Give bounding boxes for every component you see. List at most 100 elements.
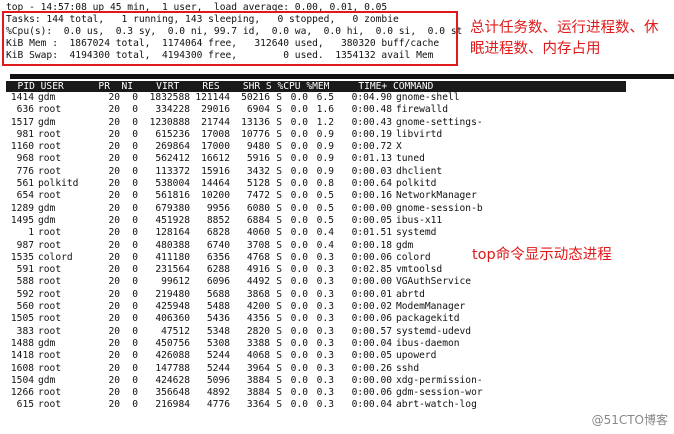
cell-pr: 20	[108, 92, 120, 103]
table-row: 1418 root 20 0 426088 5244 4068 S 0.0 0.3 0:00.05 u…	[6, 350, 556, 362]
table-row: 1504 gdm 20 0 424628 5096 3884 S 0.0 0.3 0:00.00 xd…	[6, 375, 556, 387]
cell-ni: 0	[132, 239, 138, 251]
cell-virt: 219480	[155, 288, 190, 300]
cell-user: gdm	[38, 337, 56, 349]
cell-pr: 20	[108, 399, 120, 411]
cell-res: 121144	[195, 92, 230, 103]
cell-cpu: 0.0	[290, 288, 308, 300]
cell-pid: 636	[16, 104, 34, 116]
cell-mem: 0.5	[316, 214, 334, 226]
cell-ni: 0	[132, 264, 138, 276]
cell-state: S	[276, 190, 282, 202]
cell-cpu: 0.0	[290, 313, 308, 325]
cell-time: 0:00.04	[351, 337, 392, 349]
table-row: 1517 gdm 20 0 1230888 21744 13136 S 0.0 1.2 0:00.4…	[6, 117, 556, 129]
cell-state: S	[276, 92, 282, 103]
cell-shr: 4200	[246, 301, 270, 313]
cell-command: abrtd	[396, 288, 425, 300]
table-row: 1160 root 20 0 269864 17000 9480 S 0.0 0.9 0:00.72…	[6, 141, 556, 153]
cell-time: 0:00.64	[351, 178, 392, 190]
cell-cpu: 0.0	[290, 276, 308, 288]
cell-user: root	[38, 387, 62, 399]
cell-cpu: 0.0	[290, 141, 308, 153]
cell-command: abrt-watch-log	[396, 399, 477, 411]
cell-ni: 0	[132, 399, 138, 411]
cell-state: S	[276, 153, 282, 165]
cell-res: 5096	[206, 374, 230, 386]
cell-ni: 0	[132, 153, 138, 165]
table-row: 1266 root 20 0 356648 4892 3884 S 0.0 0.3 0:00.06 g…	[6, 387, 556, 399]
cell-shr: 3432	[246, 165, 270, 177]
cell-cpu: 0.0	[290, 251, 308, 263]
cell-command: packagekitd	[396, 313, 460, 325]
cell-ni: 0	[132, 116, 138, 128]
cell-shr: 50216	[241, 92, 270, 103]
process-table-header: PID USER PR NI VIRT RES SHR S %CPU %MEM …	[6, 81, 626, 92]
cell-command: firewalld	[396, 104, 448, 116]
cell-ni: 0	[132, 190, 138, 202]
cell-mem: 0.3	[316, 362, 334, 374]
cell-ni: 0	[132, 301, 138, 313]
cell-pr: 20	[108, 325, 120, 337]
cell-state: S	[276, 301, 282, 313]
cell-pid: 987	[16, 239, 34, 251]
cell-pid: 1608	[10, 362, 34, 374]
cell-state: S	[276, 227, 282, 239]
cell-res: 6096	[206, 276, 230, 288]
cell-pid: 591	[16, 264, 34, 276]
cell-cpu: 0.0	[290, 239, 308, 251]
cell-time: 0:00.26	[351, 362, 392, 374]
cell-mem: 0.3	[316, 350, 334, 362]
table-row: 1495 gdm 20 0 451928 8852 6884 S 0.0 0.5 0:00.05 ib…	[6, 215, 556, 227]
cell-pid: 588	[16, 276, 34, 288]
cell-pid: 981	[16, 128, 34, 140]
cell-cpu: 0.0	[290, 165, 308, 177]
cell-cpu: 0.0	[290, 399, 308, 411]
cell-mem: 0.3	[316, 251, 334, 263]
cell-virt: 216984	[155, 399, 190, 411]
cell-cpu: 0.0	[290, 301, 308, 313]
cell-mem: 0.3	[316, 313, 334, 325]
cell-shr: 5128	[246, 178, 270, 190]
cell-virt: 99612	[161, 276, 190, 288]
table-row: 561 polkitd 20 0 538004 14464 5128 S 0.0 0.8 0:00.…	[6, 178, 556, 190]
cell-pid: 1517	[10, 116, 34, 128]
cell-state: S	[276, 141, 282, 153]
cell-virt: 113372	[155, 165, 190, 177]
cell-user: root	[38, 239, 62, 251]
cell-mem: 0.3	[316, 325, 334, 337]
cell-time: 0:00.03	[351, 165, 392, 177]
cell-res: 6288	[206, 264, 230, 276]
summary-highlight-box	[2, 11, 458, 66]
cell-mem: 1.2	[316, 116, 334, 128]
cell-mem: 0.9	[316, 165, 334, 177]
cell-command: gnome-settings-	[396, 116, 483, 128]
cell-res: 29016	[201, 104, 230, 116]
cell-mem: 0.4	[316, 239, 334, 251]
cell-res: 4892	[206, 387, 230, 399]
cell-pr: 20	[108, 288, 120, 300]
cell-pr: 20	[108, 227, 120, 239]
cell-pid: 1266	[10, 387, 34, 399]
cell-shr: 6080	[246, 202, 270, 214]
cell-res: 10200	[201, 190, 230, 202]
cell-mem: 0.9	[316, 153, 334, 165]
cell-pid: 1505	[10, 313, 34, 325]
cell-virt: 1832588	[149, 92, 190, 103]
cell-cpu: 0.0	[290, 325, 308, 337]
cell-ni: 0	[132, 92, 138, 103]
cell-cpu: 0.0	[290, 264, 308, 276]
cell-shr: 4356	[246, 313, 270, 325]
cell-command: gnome-shell	[396, 92, 460, 103]
cell-res: 5244	[206, 350, 230, 362]
cell-shr: 4768	[246, 251, 270, 263]
cell-pr: 20	[108, 350, 120, 362]
cell-state: S	[276, 116, 282, 128]
cell-user: root	[38, 301, 62, 313]
cell-user: root	[38, 399, 62, 411]
cell-time: 0:00.19	[351, 128, 392, 140]
cell-res: 21744	[201, 116, 230, 128]
cell-user: root	[38, 128, 62, 140]
cell-pr: 20	[108, 128, 120, 140]
cell-time: 0:00.06	[351, 251, 392, 263]
